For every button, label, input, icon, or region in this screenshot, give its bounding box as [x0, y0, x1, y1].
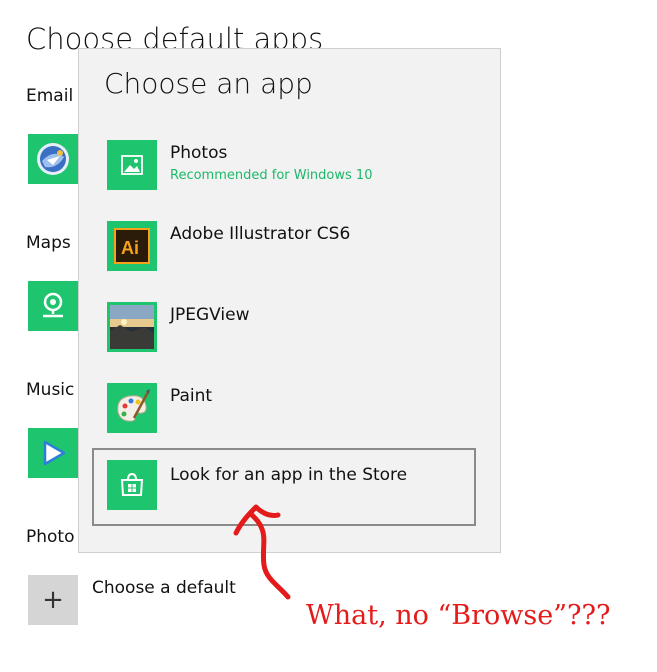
- jpegview-tile: [107, 302, 157, 352]
- store-tile: [107, 460, 157, 510]
- app-option-jpegview[interactable]: JPEGView: [93, 302, 475, 367]
- svg-text:Ai: Ai: [121, 238, 139, 258]
- thunderbird-icon: [37, 143, 69, 175]
- annotation-text: What, no “Browse”???: [306, 600, 611, 631]
- default-apps-settings-page: Choose default apps Email Maps Music Pho…: [0, 0, 657, 672]
- app-name: Photos: [170, 143, 228, 163]
- choose-an-app-flyout: Choose an app Photos Recommended for Win…: [78, 48, 501, 553]
- section-label-maps: Maps: [26, 233, 71, 253]
- plus-icon: +: [42, 585, 64, 615]
- store-link-label: Look for an app in the Store: [170, 465, 408, 485]
- app-name: Paint: [170, 386, 213, 406]
- app-recommendation: Recommended for Windows 10: [170, 168, 373, 183]
- app-name: JPEGView: [170, 305, 250, 325]
- section-label-music: Music: [26, 380, 75, 400]
- annotation-arrow-icon: [233, 504, 291, 600]
- choose-default-label[interactable]: Choose a default: [92, 578, 236, 598]
- jpegview-icon: [110, 305, 154, 349]
- maps-icon: [43, 292, 63, 318]
- section-label-photo: Photo: [26, 527, 75, 547]
- email-default-app-button[interactable]: [28, 134, 78, 184]
- music-default-app-button[interactable]: [28, 428, 78, 478]
- paint-palette-icon: [117, 389, 150, 422]
- flyout-title: Choose an app: [104, 67, 313, 100]
- choose-default-plus-button[interactable]: +: [28, 575, 78, 625]
- app-option-adobe-illustrator[interactable]: Ai Adobe Illustrator CS6: [93, 221, 475, 286]
- store-icon: [120, 472, 144, 496]
- photos-icon: [121, 155, 143, 175]
- paint-tile: [107, 383, 157, 433]
- play-icon: [43, 440, 66, 466]
- section-label-email: Email: [26, 86, 74, 106]
- app-option-paint[interactable]: Paint: [93, 383, 475, 448]
- illustrator-tile: Ai: [107, 221, 157, 271]
- maps-default-app-button[interactable]: [28, 281, 78, 331]
- photos-tile: [107, 140, 157, 190]
- illustrator-icon: Ai: [114, 228, 150, 264]
- app-option-photos[interactable]: Photos Recommended for Windows 10: [93, 140, 475, 205]
- app-name: Adobe Illustrator CS6: [170, 224, 351, 244]
